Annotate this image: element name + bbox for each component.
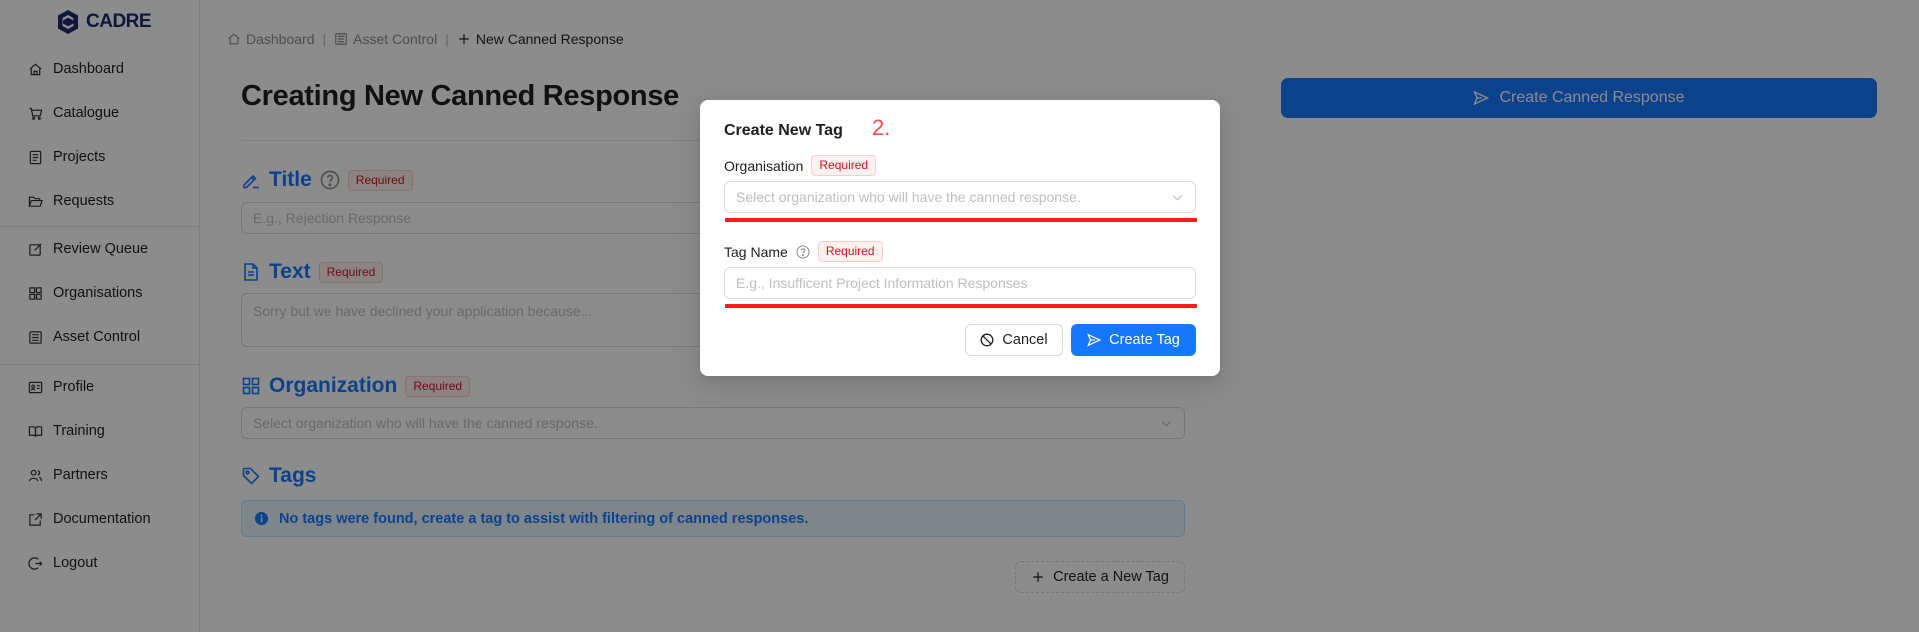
button-label: Cancel xyxy=(1002,332,1048,348)
send-icon xyxy=(1087,333,1102,347)
input-placeholder: E.g., Insufficent Project Information Re… xyxy=(736,275,1028,291)
create-tag-button[interactable]: Create Tag xyxy=(1071,324,1196,356)
tag-name-input[interactable]: E.g., Insufficent Project Information Re… xyxy=(724,267,1196,299)
highlight-underline-organisation xyxy=(725,218,1197,222)
label-text: Organisation xyxy=(724,157,804,174)
step-marker-annotation: 2. xyxy=(872,115,891,140)
create-tag-modal: Create New Tag 2. Organisation Required … xyxy=(700,100,1220,376)
button-label: Create Tag xyxy=(1109,332,1180,348)
tag-name-label: Tag Name Required xyxy=(724,241,883,262)
cancel-button[interactable]: Cancel xyxy=(965,324,1063,356)
required-badge: Required xyxy=(817,241,883,262)
organisation-select[interactable]: Select organization who will have the ca… xyxy=(724,181,1196,213)
question-circle-icon[interactable] xyxy=(796,244,810,259)
chevron-down-icon xyxy=(1172,194,1183,201)
required-badge: Required xyxy=(811,155,877,176)
organisation-label: Organisation Required xyxy=(724,155,877,176)
stop-icon xyxy=(980,333,994,347)
label-text: Tag Name xyxy=(724,243,788,260)
select-placeholder: Select organization who will have the ca… xyxy=(736,189,1081,205)
highlight-underline-tag-name xyxy=(725,304,1197,308)
modal-title: Create New Tag xyxy=(724,122,843,139)
